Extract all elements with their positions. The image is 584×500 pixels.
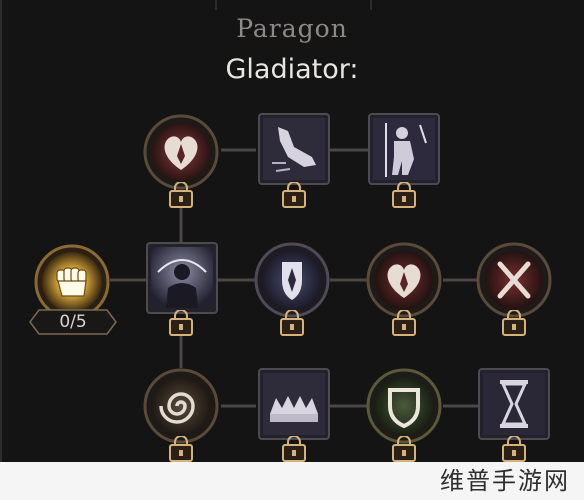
lock-icon: [282, 182, 306, 208]
node-hourglass[interactable]: [478, 368, 550, 440]
lock-icon: [392, 436, 416, 462]
node-silhouette-aura[interactable]: [146, 242, 218, 314]
lock-icon: [502, 310, 526, 336]
lock-icon: [282, 436, 306, 462]
node-shield-crest[interactable]: [254, 242, 330, 318]
lock-icon: [169, 182, 193, 208]
hourglass-icon: [478, 368, 550, 440]
node-kicking-leg[interactable]: [258, 113, 330, 185]
shield-icon: [366, 368, 442, 444]
heart-shield-icon: [366, 242, 442, 318]
bear-trap-icon: [258, 368, 330, 440]
node-spiral[interactable]: [143, 368, 219, 444]
watermark-text: 维普手游网: [440, 467, 570, 495]
lock-icon: [169, 310, 193, 336]
lock-icon: [392, 182, 416, 208]
node-crossed-swords[interactable]: [476, 242, 552, 318]
lock-icon: [169, 436, 193, 462]
silhouette-aura-icon: [146, 242, 218, 314]
warrior-spear-icon: [368, 113, 440, 185]
lock-icon: [502, 436, 526, 462]
crossed-swords-icon: [476, 242, 552, 318]
node-warrior-spear[interactable]: [368, 113, 440, 185]
node-bear-trap[interactable]: [258, 368, 330, 440]
watermark-bar: 维普手游网: [0, 462, 584, 500]
node-shield[interactable]: [366, 368, 442, 444]
spiral-icon: [143, 368, 219, 444]
shield-crest-icon: [254, 242, 330, 318]
heart-shield-icon: [143, 114, 219, 190]
node-heart-shield-top[interactable]: [143, 114, 219, 190]
lock-icon: [392, 310, 416, 336]
kicking-leg-icon: [258, 113, 330, 185]
node-heart-shield-middle[interactable]: [366, 242, 442, 318]
progress-counter: 0/5: [59, 312, 87, 332]
lock-icon: [280, 310, 304, 336]
